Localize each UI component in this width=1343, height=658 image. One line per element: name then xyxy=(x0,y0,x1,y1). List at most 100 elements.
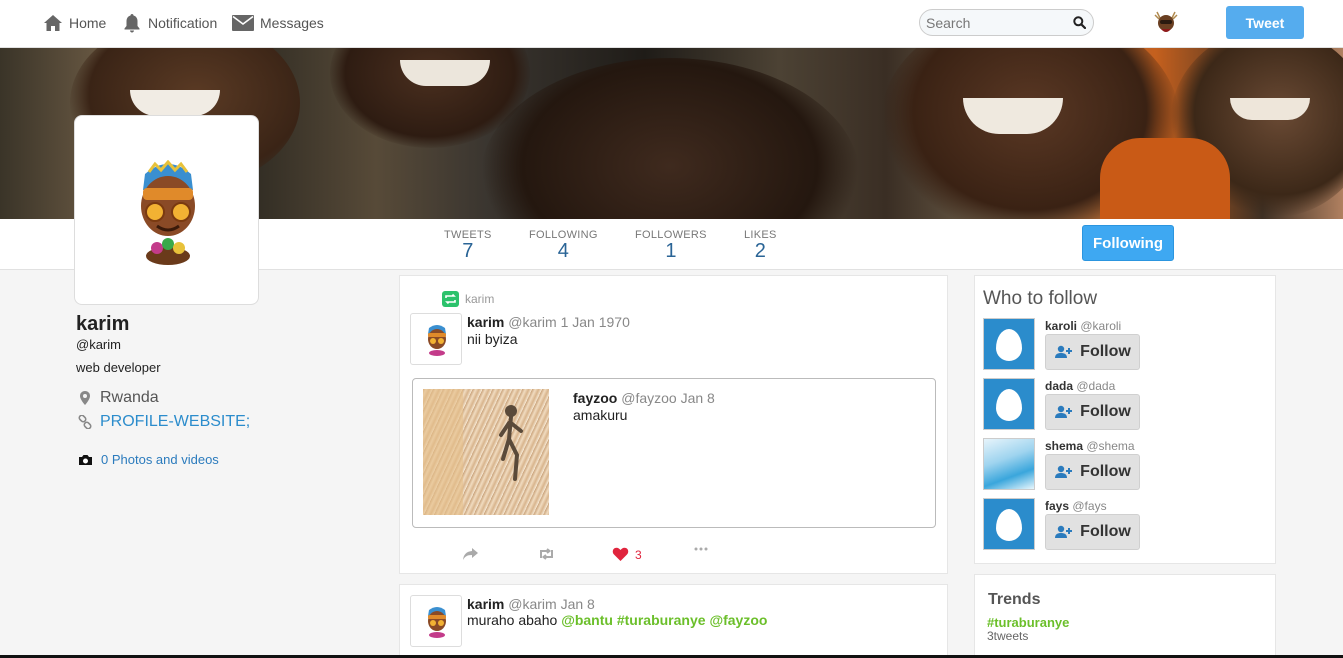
profile-location: Rwanda xyxy=(78,389,159,407)
profile-picture[interactable] xyxy=(74,115,259,305)
reply-button[interactable] xyxy=(462,547,479,561)
suggested-user-name[interactable]: karoli xyxy=(1045,319,1077,333)
profile-website-text: PROFILE-WEBSITE; xyxy=(100,413,251,430)
like-count: 3 xyxy=(635,547,642,562)
suggested-user-handle: @karoli xyxy=(1080,319,1122,333)
follow-button-label: Follow xyxy=(1080,523,1131,540)
retweet-button[interactable] xyxy=(538,547,555,561)
photos-and-videos-text: 0 Photos and videos xyxy=(101,452,219,467)
follow-button[interactable]: Follow xyxy=(1045,454,1140,490)
following-button[interactable]: Following xyxy=(1082,225,1174,261)
tweet-header: karim @karim 1 Jan 1970 xyxy=(467,314,630,330)
suggested-user-avatar[interactable] xyxy=(983,378,1035,430)
nav-messages[interactable]: Messages xyxy=(232,0,324,45)
search-input[interactable] xyxy=(920,10,1065,35)
tweet-header: karim @karim Jan 8 xyxy=(467,596,595,612)
link-icon xyxy=(78,415,92,429)
suggested-user-name-line: karoli @karoli xyxy=(1045,319,1121,333)
stat-followers[interactable]: FOLLOWERS 1 xyxy=(635,229,707,261)
trends-panel: Trends #turaburanye 3tweets xyxy=(974,574,1276,658)
suggested-user-handle: @shema xyxy=(1086,439,1135,453)
quoted-tweet-header: fayzoo @fayzoo Jan 8 xyxy=(573,390,715,406)
stat-following[interactable]: FOLLOWING 4 xyxy=(529,229,598,261)
tweet-author-avatar[interactable] xyxy=(410,595,462,647)
trend-hashtag[interactable]: #turaburanye xyxy=(987,615,1069,630)
follow-button[interactable]: Follow xyxy=(1045,334,1140,370)
map-pin-icon xyxy=(80,391,90,405)
bell-icon xyxy=(124,13,140,32)
stat-tweets[interactable]: TWEETS 7 xyxy=(444,229,492,261)
user-avatar[interactable] xyxy=(1152,9,1180,37)
add-user-icon xyxy=(1055,345,1073,358)
retweet-icon xyxy=(540,548,553,560)
runner-figure xyxy=(423,389,523,515)
home-icon xyxy=(44,14,62,31)
top-navbar: Home Notification Messages Tweet xyxy=(0,0,1343,48)
tweet-author-name[interactable]: karim xyxy=(467,596,504,612)
tweet-author-name[interactable]: karim xyxy=(467,314,504,330)
suggested-user-handle: @dada xyxy=(1076,379,1116,393)
follow-button-label: Follow xyxy=(1080,403,1131,420)
quoted-tweet[interactable]: fayzoo @fayzoo Jan 8 amakuru xyxy=(412,378,936,528)
default-egg-avatar xyxy=(996,389,1022,421)
nav-notification-label: Notification xyxy=(148,14,218,31)
profile-website-link[interactable]: PROFILE-WEBSITE; xyxy=(78,413,250,431)
tweet-text: nii byiza xyxy=(467,331,518,347)
like-button[interactable]: 3 xyxy=(612,547,642,562)
banner-photo-shape xyxy=(400,60,490,86)
camera-icon xyxy=(79,454,92,465)
default-egg-avatar xyxy=(996,329,1022,361)
suggested-user-avatar[interactable] xyxy=(983,498,1035,550)
quoted-author-meta: @fayzoo Jan 8 xyxy=(621,390,715,406)
follow-button-label: Follow xyxy=(1080,463,1131,480)
quoted-author-name[interactable]: fayzoo xyxy=(573,390,617,406)
stat-likes[interactable]: LIKES 2 xyxy=(744,229,777,261)
quoted-tweet-image[interactable] xyxy=(423,389,549,515)
tweet-text-body: muraho abaho xyxy=(467,612,558,628)
add-user-icon xyxy=(1055,465,1073,478)
stat-tweets-count: 7 xyxy=(462,240,474,262)
more-dots-icon xyxy=(694,547,708,551)
heart-icon xyxy=(612,547,629,561)
stat-likes-count: 2 xyxy=(754,240,766,262)
more-options-button[interactable] xyxy=(694,547,708,551)
nav-home-label: Home xyxy=(69,14,107,31)
mention-link[interactable]: @fayzoo xyxy=(709,612,767,628)
follow-button-label: Follow xyxy=(1080,343,1131,360)
nav-home[interactable]: Home xyxy=(43,0,106,45)
tweet-text: muraho abaho @bantu #turaburanye @fayzoo xyxy=(467,612,767,628)
suggested-user-avatar[interactable] xyxy=(983,438,1035,490)
suggested-user-name[interactable]: dada xyxy=(1045,379,1073,393)
avatar-illustration xyxy=(428,607,446,638)
default-egg-avatar xyxy=(996,509,1022,541)
follow-button[interactable]: Follow xyxy=(1045,514,1140,550)
tweet-card: karim karim @karim 1 Jan 1970 nii byiza … xyxy=(399,275,948,574)
banner-photo-shape xyxy=(1100,138,1230,219)
banner-photo-shape xyxy=(130,90,220,116)
nav-messages-label: Messages xyxy=(260,14,324,31)
suggested-user-avatar[interactable] xyxy=(983,318,1035,370)
suggested-user: shema @shema Follow xyxy=(983,438,1273,490)
trends-title: Trends xyxy=(988,591,1041,608)
nav-notification[interactable]: Notification xyxy=(122,0,217,45)
follow-button[interactable]: Follow xyxy=(1045,394,1140,430)
suggested-user-name-line: dada @dada xyxy=(1045,379,1115,393)
stat-following-count: 4 xyxy=(557,240,569,262)
hashtag-link[interactable]: #turaburanye xyxy=(617,612,706,628)
tweet-author-avatar[interactable] xyxy=(410,313,462,365)
add-user-icon xyxy=(1055,405,1073,418)
tweet-button[interactable]: Tweet xyxy=(1226,6,1304,39)
profile-avatar-illustration xyxy=(141,160,195,265)
profile-bio: web developer xyxy=(76,360,161,375)
banner-photo-shape xyxy=(1230,98,1310,120)
suggested-user: dada @dada Follow xyxy=(983,378,1273,430)
suggested-user-name[interactable]: fays xyxy=(1045,499,1069,513)
photos-and-videos-link[interactable]: 0 Photos and videos xyxy=(78,452,219,467)
retweet-indicator: karim xyxy=(442,291,494,307)
suggested-user-name[interactable]: shema xyxy=(1045,439,1083,453)
avatar-illustration xyxy=(428,325,446,356)
mention-link[interactable]: @bantu xyxy=(561,612,613,628)
banner-photo-shape xyxy=(480,58,860,219)
retweeted-by-name: karim xyxy=(465,292,495,306)
search-icon[interactable] xyxy=(1073,16,1086,29)
